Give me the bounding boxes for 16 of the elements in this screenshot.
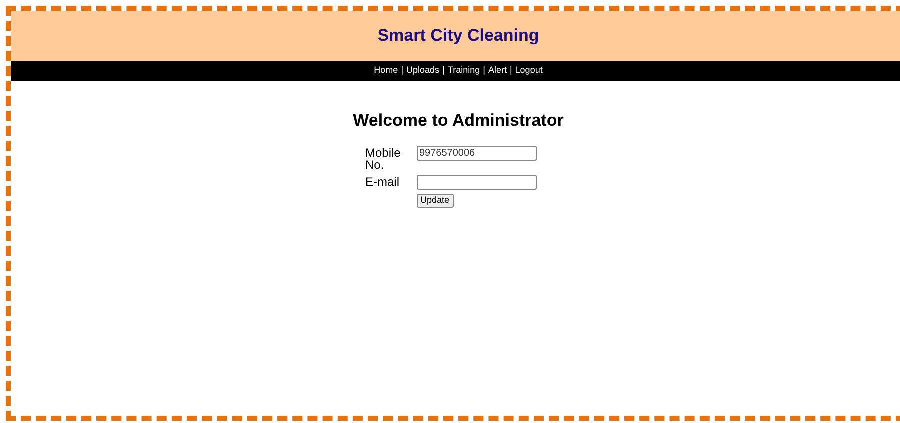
- nav-separator: |: [483, 64, 486, 78]
- field-label: Mobile No.: [366, 146, 402, 170]
- nav-link[interactable]: Training: [448, 64, 480, 78]
- nav-link[interactable]: Logout: [515, 64, 543, 78]
- input-field[interactable]: 9976570006: [416, 146, 536, 160]
- field-label: E-mail: [366, 174, 401, 188]
- page-heading: Welcome to Administrator: [353, 110, 564, 132]
- input-field[interactable]: [416, 174, 536, 190]
- nav-separator: |: [401, 64, 404, 78]
- nav-separator: |: [510, 64, 512, 78]
- site-title: Smart City Cleaning: [378, 25, 540, 48]
- nav-link[interactable]: Home: [374, 64, 398, 78]
- update-button[interactable]: Update: [416, 194, 454, 208]
- nav-link[interactable]: Alert: [488, 64, 507, 78]
- nav-link[interactable]: Uploads: [406, 64, 440, 78]
- nav-separator: |: [442, 64, 445, 78]
